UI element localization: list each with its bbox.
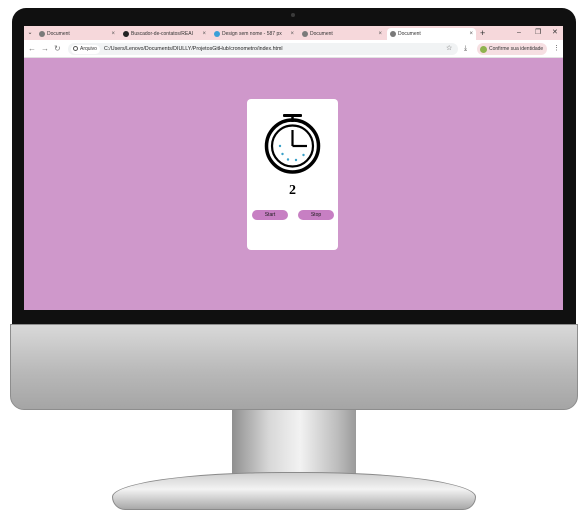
stopwatch-icon (264, 114, 321, 174)
globe-icon (390, 31, 396, 37)
omnibox[interactable]: Arquivo C:/Users/Lenovo/Documents/DIULLY… (68, 43, 458, 55)
camera-dot (291, 13, 295, 17)
back-arrow-icon[interactable]: ← (28, 44, 36, 54)
site-info-chip[interactable]: Arquivo (71, 44, 100, 54)
globe-icon (302, 31, 308, 37)
info-icon (73, 46, 78, 51)
monitor-chin (10, 324, 578, 410)
globe-icon (39, 31, 45, 37)
close-icon[interactable]: × (111, 28, 115, 40)
new-tab-button[interactable]: + (480, 27, 485, 39)
restore-button[interactable]: ❐ (535, 27, 541, 39)
monitor-stand-base (112, 472, 476, 510)
close-icon[interactable]: × (290, 28, 294, 40)
more-menu-icon[interactable]: ⋮ (553, 43, 560, 55)
counter-display: 2 (289, 183, 296, 198)
forward-arrow-icon[interactable]: → (41, 44, 49, 54)
close-icon[interactable]: × (378, 28, 382, 40)
tab-buscador[interactable]: Buscador-de-contatos/REAI × (120, 28, 209, 40)
close-icon[interactable]: × (469, 28, 473, 40)
address-bar: ← → ↻ Arquivo C:/Users/Lenovo/Documents/… (24, 40, 563, 58)
github-icon (123, 31, 129, 37)
canva-icon (214, 31, 220, 37)
tab-document-1[interactable]: Document × (36, 28, 118, 40)
identity-button[interactable]: Confirme sua identidade (477, 43, 547, 55)
avatar (480, 45, 487, 53)
tab-document-2[interactable]: Document × (299, 28, 385, 40)
stop-button[interactable]: Stop (298, 210, 334, 220)
tab-design[interactable]: Design sem nome - 587 px × (211, 28, 297, 40)
bookmark-star-icon[interactable]: ☆ (446, 43, 452, 55)
monitor-stand-neck (232, 410, 356, 476)
tab-bar: ⌄ Document × Buscador-de-contatos/REAI ×… (24, 26, 563, 40)
close-icon[interactable]: × (202, 28, 206, 40)
tab-document-active[interactable]: Document × (387, 28, 476, 40)
window-close-button[interactable]: ✕ (552, 27, 558, 39)
url-text[interactable]: C:/Users/Lenovo/Documents/DIULLY/Projeto… (104, 43, 283, 55)
reload-icon[interactable]: ↻ (54, 44, 61, 54)
tab-search-icon[interactable]: ⌄ (26, 28, 34, 38)
download-icon[interactable]: ⤓ (464, 43, 467, 55)
browser-window: ⌄ Document × Buscador-de-contatos/REAI ×… (24, 26, 563, 310)
start-button[interactable]: Start (252, 210, 288, 220)
minimize-button[interactable]: – (517, 27, 521, 39)
stopwatch-card: 2 Start Stop (247, 99, 338, 250)
